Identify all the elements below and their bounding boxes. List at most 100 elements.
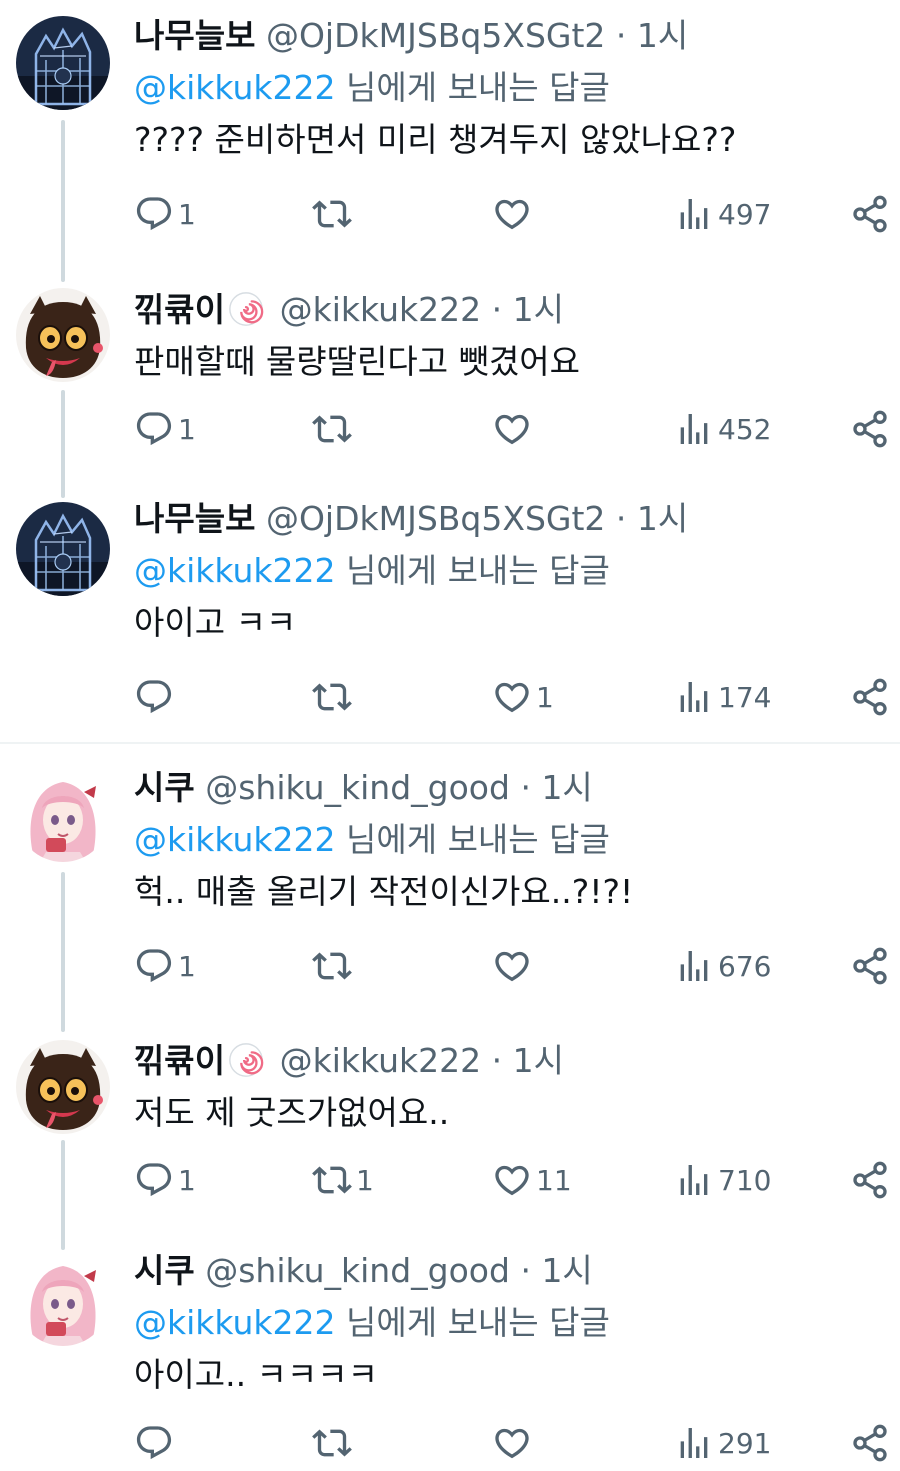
handle[interactable]: @OjDkMJSBq5XSGt2 bbox=[266, 16, 605, 55]
views-button[interactable]: 710 bbox=[674, 1155, 771, 1205]
reply-button[interactable]: 1 bbox=[134, 941, 196, 991]
avatar[interactable] bbox=[16, 1040, 110, 1134]
reply-button[interactable]: 1 bbox=[134, 1155, 196, 1205]
handle[interactable]: @kikkuk222 bbox=[280, 290, 482, 329]
like-button[interactable]: 11 bbox=[492, 1155, 572, 1205]
reply-button[interactable] bbox=[134, 672, 178, 722]
mention-link[interactable]: @kikkuk222 bbox=[134, 551, 336, 590]
like-button[interactable]: 1 bbox=[492, 672, 554, 722]
thread-line bbox=[61, 120, 65, 282]
tweet-header: 끾큒이 @kikkuk222 · 1시 bbox=[134, 284, 880, 336]
reply-button[interactable]: 1 bbox=[134, 404, 196, 454]
reply-icon bbox=[134, 946, 174, 986]
action-bar: 1 452 bbox=[134, 404, 894, 454]
avatar[interactable] bbox=[16, 1252, 110, 1346]
reply-icon bbox=[134, 409, 174, 449]
separator-dot: · bbox=[615, 16, 627, 55]
retweet-button[interactable] bbox=[312, 941, 356, 991]
action-bar: 1 676 bbox=[134, 941, 894, 991]
handle[interactable]: @kikkuk222 bbox=[280, 1041, 482, 1080]
tweet-text: 아이고.. ㅋㅋㅋㅋ bbox=[134, 1355, 378, 1394]
reply-context: @kikkuk222 님에게 보내는 답글 bbox=[134, 814, 880, 866]
avatar[interactable] bbox=[16, 16, 110, 110]
display-name[interactable]: 시쿠 bbox=[134, 1251, 195, 1290]
retweet-button[interactable]: 1 bbox=[312, 1155, 374, 1205]
retweet-icon bbox=[312, 1423, 352, 1463]
views-button[interactable]: 291 bbox=[674, 1418, 771, 1468]
like-button[interactable] bbox=[492, 941, 536, 991]
timestamp[interactable]: 1시 bbox=[637, 16, 688, 55]
retweet-button[interactable] bbox=[312, 189, 356, 239]
retweet-icon bbox=[312, 677, 352, 717]
tweet-header: 끾큒이 @kikkuk222 · 1시 bbox=[134, 1035, 880, 1087]
reply-to-label: 님에게 보내는 답글 bbox=[346, 820, 610, 859]
display-name[interactable]: 끾큒이 bbox=[134, 290, 225, 329]
retweet-button[interactable] bbox=[312, 672, 356, 722]
reply-icon bbox=[134, 677, 174, 717]
views-button[interactable]: 174 bbox=[674, 672, 771, 722]
handle[interactable]: @shiku_kind_good bbox=[205, 768, 510, 807]
mention-link[interactable]: @kikkuk222 bbox=[134, 1303, 336, 1342]
tweet-header: 나무늘보 @OjDkMJSBq5XSGt2 · 1시 bbox=[134, 10, 880, 62]
avatar[interactable] bbox=[16, 768, 110, 862]
views-icon bbox=[674, 1423, 714, 1463]
view-count: 291 bbox=[718, 1426, 772, 1460]
share-icon bbox=[850, 194, 890, 234]
mention-link[interactable]: @kikkuk222 bbox=[134, 820, 336, 859]
narutomaki-badge-icon bbox=[227, 1041, 265, 1079]
thread-line bbox=[61, 390, 65, 498]
views-icon bbox=[674, 946, 714, 986]
share-button[interactable] bbox=[850, 1418, 890, 1468]
share-button[interactable] bbox=[850, 1155, 890, 1205]
heart-icon bbox=[492, 1423, 532, 1463]
timestamp[interactable]: 1시 bbox=[541, 768, 592, 807]
like-button[interactable] bbox=[492, 189, 536, 239]
share-button[interactable] bbox=[850, 189, 890, 239]
display-name[interactable]: 나무늘보 bbox=[134, 499, 255, 538]
views-button[interactable]: 497 bbox=[674, 189, 771, 239]
views-button[interactable]: 452 bbox=[674, 404, 771, 454]
separator-dot: · bbox=[491, 290, 503, 329]
narutomaki-badge-icon bbox=[227, 290, 265, 328]
reply-to-label: 님에게 보내는 답글 bbox=[346, 1303, 610, 1342]
thread-line bbox=[61, 872, 65, 1032]
reply-button[interactable]: 1 bbox=[134, 189, 196, 239]
handle[interactable]: @OjDkMJSBq5XSGt2 bbox=[266, 499, 605, 538]
heart-icon bbox=[492, 409, 532, 449]
share-button[interactable] bbox=[850, 404, 890, 454]
reply-icon bbox=[134, 1160, 174, 1200]
display-name[interactable]: 시쿠 bbox=[134, 768, 195, 807]
share-button[interactable] bbox=[850, 672, 890, 722]
separator-dot: · bbox=[520, 768, 531, 807]
view-count: 174 bbox=[718, 680, 772, 714]
views-button[interactable]: 676 bbox=[674, 941, 771, 991]
thread-line bbox=[61, 1140, 65, 1250]
action-bar: 1 1 11 710 bbox=[134, 1155, 894, 1205]
avatar[interactable] bbox=[16, 288, 110, 382]
separator-dot: · bbox=[520, 1251, 531, 1290]
separator-dot: · bbox=[491, 1041, 503, 1080]
display-name[interactable]: 끾큒이 bbox=[134, 1041, 225, 1080]
timestamp[interactable]: 1시 bbox=[513, 1041, 564, 1080]
view-count: 676 bbox=[718, 949, 772, 983]
reply-to-label: 님에게 보내는 답글 bbox=[346, 68, 610, 107]
tweet-text: 헉.. 매출 올리기 작전이신가요..?!?! bbox=[134, 872, 634, 911]
share-button[interactable] bbox=[850, 941, 890, 991]
like-count: 11 bbox=[536, 1163, 572, 1197]
timestamp[interactable]: 1시 bbox=[513, 290, 564, 329]
mention-link[interactable]: @kikkuk222 bbox=[134, 68, 336, 107]
timestamp[interactable]: 1시 bbox=[637, 499, 688, 538]
timestamp[interactable]: 1시 bbox=[541, 1251, 592, 1290]
like-button[interactable] bbox=[492, 404, 536, 454]
display-name[interactable]: 나무늘보 bbox=[134, 16, 255, 55]
retweet-count: 1 bbox=[356, 1163, 374, 1197]
avatar[interactable] bbox=[16, 502, 110, 596]
retweet-button[interactable] bbox=[312, 404, 356, 454]
reply-button[interactable] bbox=[134, 1418, 178, 1468]
like-button[interactable] bbox=[492, 1418, 536, 1468]
retweet-button[interactable] bbox=[312, 1418, 356, 1468]
handle[interactable]: @shiku_kind_good bbox=[205, 1251, 510, 1290]
share-icon bbox=[850, 1423, 890, 1463]
reply-icon bbox=[134, 194, 174, 234]
retweet-icon bbox=[312, 1160, 352, 1200]
